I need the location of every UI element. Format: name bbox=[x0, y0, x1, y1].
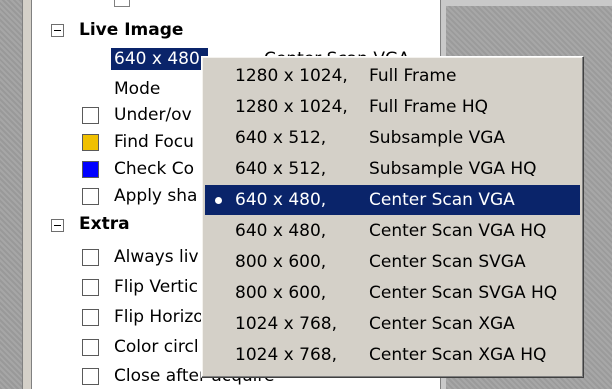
under-over-checkbox[interactable] bbox=[82, 107, 99, 124]
color-circle-checkbox[interactable] bbox=[82, 339, 99, 356]
menu-item-1280x1024-full-frame[interactable]: 1280 x 1024, Full Frame bbox=[205, 61, 580, 91]
left-background bbox=[0, 0, 22, 389]
menu-item-resolution: 1280 x 1024, bbox=[235, 97, 348, 117]
menu-item-mode: Full Frame HQ bbox=[369, 97, 489, 117]
under-over-label: Under/ov bbox=[114, 105, 192, 125]
collapse-live-image-icon[interactable] bbox=[51, 24, 64, 37]
flip-vertical-label: Flip Vertic bbox=[114, 277, 198, 297]
apply-sharpen-label: Apply sha bbox=[114, 186, 198, 206]
resolution-dropdown-menu: 1280 x 1024, Full Frame 1280 x 1024, Ful… bbox=[201, 56, 584, 378]
menu-item-640x480-center-scan-vga[interactable]: 640 x 480, Center Scan VGA bbox=[205, 185, 580, 215]
menu-item-mode: Subsample VGA HQ bbox=[369, 159, 537, 179]
menu-item-mode: Center Scan VGA HQ bbox=[369, 221, 547, 241]
find-focus-checkbox[interactable] bbox=[82, 134, 99, 151]
menu-item-1024x768-center-scan-xga[interactable]: 1024 x 768, Center Scan XGA bbox=[205, 309, 580, 339]
menu-item-640x512-subsample-vga[interactable]: 640 x 512, Subsample VGA bbox=[205, 123, 580, 153]
always-live-checkbox[interactable] bbox=[82, 249, 99, 266]
menu-item-1024x768-center-scan-xga-hq[interactable]: 1024 x 768, Center Scan XGA HQ bbox=[205, 340, 580, 370]
check-color-label: Check Co bbox=[114, 159, 194, 179]
menu-item-mode: Full Frame bbox=[369, 66, 457, 86]
menu-item-mode: Center Scan VGA bbox=[369, 190, 515, 210]
section-extra[interactable]: Extra bbox=[79, 210, 130, 238]
mode-label: Mode bbox=[114, 79, 161, 99]
menu-item-mode: Center Scan XGA bbox=[369, 314, 515, 334]
menu-item-1280x1024-full-frame-hq[interactable]: 1280 x 1024, Full Frame HQ bbox=[205, 92, 580, 122]
cut-off-checkbox bbox=[114, 0, 130, 7]
always-live-label: Always liv bbox=[114, 247, 199, 267]
check-color-checkbox[interactable] bbox=[82, 161, 99, 178]
flip-horizontal-label: Flip Horizo bbox=[114, 307, 204, 327]
flip-vertical-checkbox[interactable] bbox=[82, 279, 99, 296]
menu-item-resolution: 640 x 512, bbox=[235, 128, 327, 148]
menu-item-640x480-center-scan-vga-hq[interactable]: 640 x 480, Center Scan VGA HQ bbox=[205, 216, 580, 246]
menu-item-resolution: 1024 x 768, bbox=[235, 314, 337, 334]
selected-bullet-icon bbox=[215, 197, 222, 204]
color-circle-label: Color circl bbox=[114, 337, 199, 357]
menu-item-resolution: 800 x 600, bbox=[235, 252, 327, 272]
section-live-image[interactable]: Live Image bbox=[79, 16, 183, 44]
menu-item-800x600-center-scan-svga-hq[interactable]: 800 x 600, Center Scan SVGA HQ bbox=[205, 278, 580, 308]
menu-item-640x512-subsample-vga-hq[interactable]: 640 x 512, Subsample VGA HQ bbox=[205, 154, 580, 184]
menu-item-resolution: 800 x 600, bbox=[235, 283, 327, 303]
menu-item-resolution: 640 x 480, bbox=[235, 221, 327, 241]
resolution-dropdown-value[interactable]: 640 x 480, bbox=[111, 48, 209, 70]
collapse-extra-icon[interactable] bbox=[51, 219, 64, 232]
find-focus-label: Find Focu bbox=[114, 132, 194, 152]
menu-item-mode: Center Scan SVGA HQ bbox=[369, 283, 558, 303]
close-after-acquire-checkbox[interactable] bbox=[82, 368, 99, 385]
menu-item-resolution: 1024 x 768, bbox=[235, 345, 337, 365]
menu-item-resolution: 640 x 512, bbox=[235, 159, 327, 179]
menu-item-resolution: 1280 x 1024, bbox=[235, 66, 348, 86]
menu-item-mode: Center Scan SVGA bbox=[369, 252, 526, 272]
apply-sharpen-checkbox[interactable] bbox=[82, 188, 99, 205]
menu-item-resolution: 640 x 480, bbox=[235, 190, 327, 210]
menu-item-800x600-center-scan-svga[interactable]: 800 x 600, Center Scan SVGA bbox=[205, 247, 580, 277]
menu-item-mode: Subsample VGA bbox=[369, 128, 505, 148]
menu-item-mode: Center Scan XGA HQ bbox=[369, 345, 547, 365]
flip-horizontal-checkbox[interactable] bbox=[82, 309, 99, 326]
